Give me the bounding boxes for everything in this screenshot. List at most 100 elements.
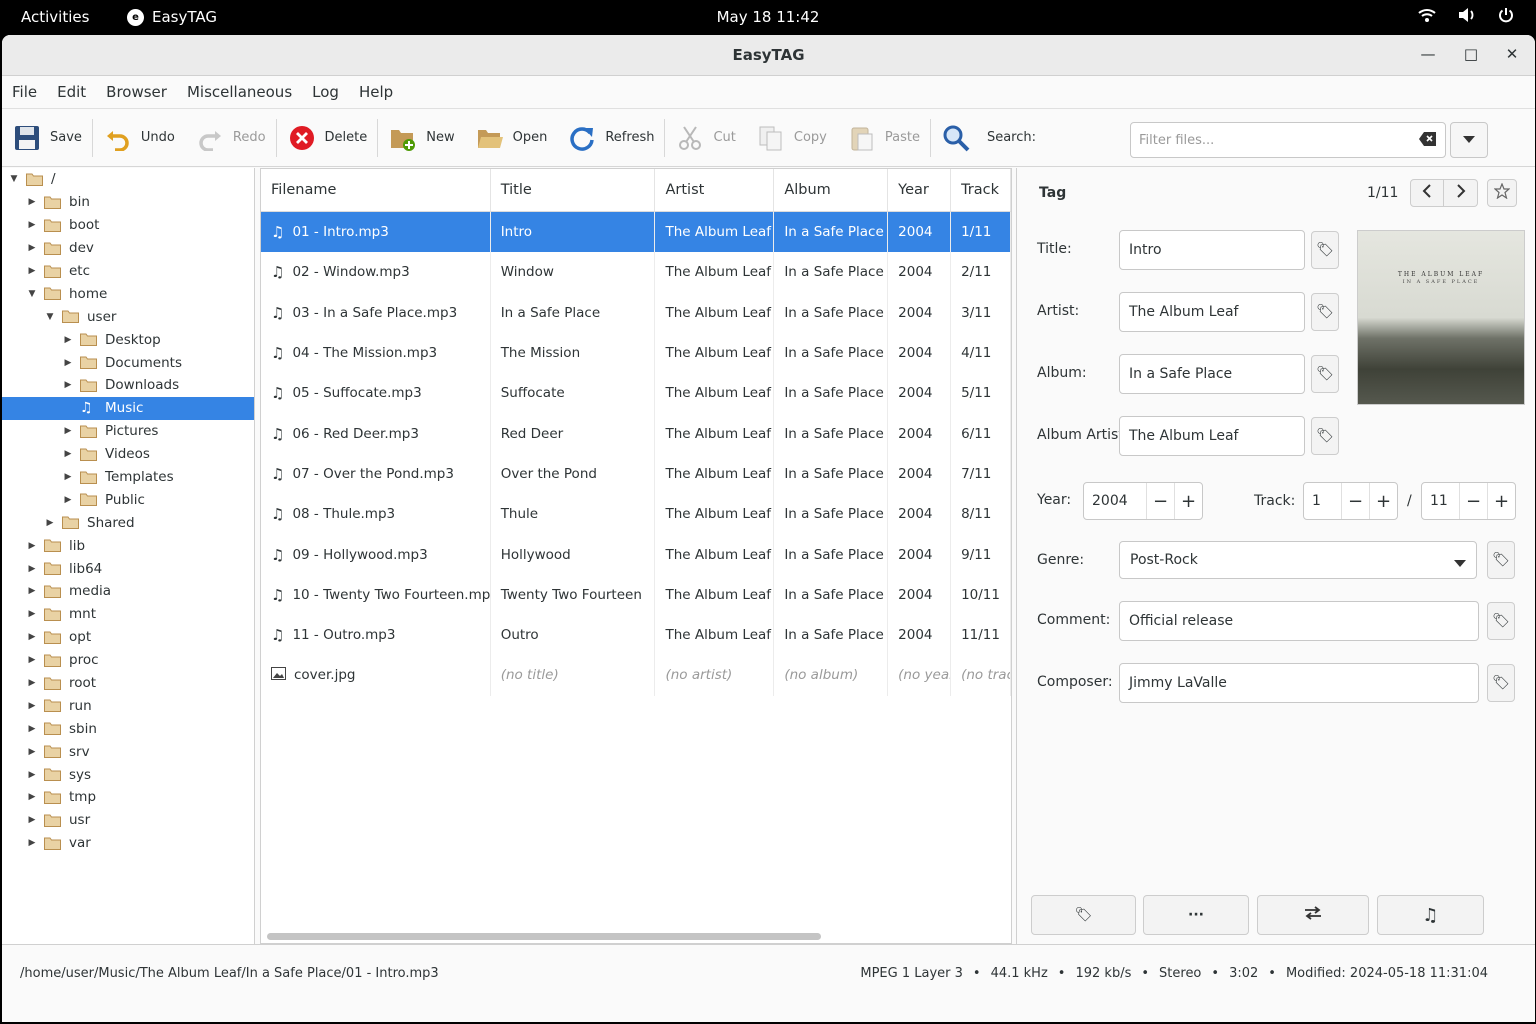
- tree-node-user[interactable]: ▼ user: [2, 305, 254, 328]
- expander-closed-icon[interactable]: ▶: [26, 791, 38, 803]
- file-list[interactable]: Filename Title Artist Album Year Track ♫ 01 - …: [260, 168, 1012, 944]
- tree-node-templates[interactable]: ▶ Templates: [2, 466, 254, 489]
- tree-node-srv[interactable]: ▶ srv: [2, 740, 254, 763]
- column-header-artist[interactable]: Artist: [655, 169, 775, 211]
- expander-closed-icon[interactable]: ▶: [62, 357, 74, 369]
- menu-edit[interactable]: Edit: [47, 83, 96, 101]
- open-button[interactable]: Open: [465, 109, 558, 166]
- tree-node-mnt[interactable]: ▶ mnt: [2, 603, 254, 626]
- apply-genre-button[interactable]: 🏷: [1487, 541, 1515, 579]
- year-decrement-button[interactable]: −: [1146, 483, 1174, 519]
- search-toggle[interactable]: Search:: [931, 109, 1046, 166]
- file-row[interactable]: ♫ 02 - Window.mp3 Window The Album Leaf In a…: [261, 252, 1011, 293]
- app-menu[interactable]: e EasyTAG: [127, 8, 217, 26]
- tree-node-usr[interactable]: ▶ usr: [2, 809, 254, 832]
- tree-node-root[interactable]: ▶ root: [2, 672, 254, 695]
- tree-node-pictures[interactable]: ▶ Pictures: [2, 420, 254, 443]
- maximize-icon[interactable]: □: [1459, 45, 1483, 63]
- paste-button[interactable]: Paste: [837, 109, 930, 166]
- title-field[interactable]: Intro: [1119, 230, 1305, 270]
- file-row[interactable]: ♫ 03 - In a Safe Place.mp3 In a Safe Place…: [261, 292, 1011, 333]
- track-decrement-button[interactable]: −: [1341, 483, 1369, 519]
- tree-node-videos[interactable]: ▶ Videos: [2, 443, 254, 466]
- tree-node-boot[interactable]: ▶ boot: [2, 214, 254, 237]
- new-button[interactable]: New: [378, 109, 464, 166]
- column-header-filename[interactable]: Filename: [261, 169, 491, 211]
- artist-field[interactable]: The Album Leaf: [1119, 292, 1305, 332]
- expander-closed-icon[interactable]: ▶: [26, 242, 38, 254]
- tree-node-sys[interactable]: ▶ sys: [2, 763, 254, 786]
- tree-node-proc[interactable]: ▶ proc: [2, 649, 254, 672]
- menu-help[interactable]: Help: [349, 83, 403, 101]
- undo-button[interactable]: Undo: [93, 109, 185, 166]
- track-total-spinner[interactable]: 11 − +: [1421, 482, 1516, 520]
- tree-node-root-dir[interactable]: ▼ /: [2, 168, 254, 191]
- tree-node-lib64[interactable]: ▶ lib64: [2, 557, 254, 580]
- tree-node-sbin[interactable]: ▶ sbin: [2, 717, 254, 740]
- track-spinner[interactable]: 1 − +: [1303, 482, 1398, 520]
- album-cover-image[interactable]: THE ALBUM LEAF IN A SAFE PLACE: [1357, 230, 1525, 405]
- comment-field[interactable]: Official release: [1119, 601, 1479, 641]
- column-header-track[interactable]: Track: [951, 169, 1011, 211]
- tree-node-home[interactable]: ▼ home: [2, 282, 254, 305]
- column-header-album[interactable]: Album: [774, 169, 889, 211]
- system-tray[interactable]: [1418, 7, 1514, 23]
- swap-button[interactable]: [1257, 895, 1369, 935]
- tree-node-shared[interactable]: ▶ Shared: [2, 511, 254, 534]
- apply-album-button[interactable]: 🏷: [1311, 355, 1339, 393]
- apply-composer-button[interactable]: 🏷: [1487, 664, 1515, 702]
- tree-node-lib[interactable]: ▶ lib: [2, 534, 254, 557]
- expander-closed-icon[interactable]: ▶: [26, 837, 38, 849]
- copy-button[interactable]: Copy: [746, 109, 837, 166]
- menu-log[interactable]: Log: [302, 83, 349, 101]
- tag-view-button[interactable]: 🏷: [1031, 895, 1136, 935]
- expander-closed-icon[interactable]: ▶: [26, 219, 38, 231]
- album-artist-field[interactable]: The Album Leaf: [1119, 416, 1305, 456]
- tree-node-downloads[interactable]: ▶ Downloads: [2, 374, 254, 397]
- more-options-button[interactable]: ···: [1143, 895, 1249, 935]
- menu-file[interactable]: File: [2, 83, 47, 101]
- tree-node-desktop[interactable]: ▶ Desktop: [2, 328, 254, 351]
- directory-browser[interactable]: ▼ / ▶ bin ▶ boot ▶ dev ▶ etc ▼ home ▼ user ▶ Desktop ▶ Do…: [2, 168, 255, 944]
- track-total-increment-button[interactable]: +: [1487, 483, 1515, 519]
- expander-closed-icon[interactable]: ▶: [62, 494, 74, 506]
- expander-closed-icon[interactable]: ▶: [26, 723, 38, 735]
- expander-closed-icon[interactable]: ▶: [26, 654, 38, 666]
- file-row[interactable]: ♫ 06 - Red Deer.mp3 Red Deer The Album Leaf…: [261, 413, 1011, 454]
- next-file-button[interactable]: [1444, 179, 1478, 207]
- expander-closed-icon[interactable]: ▶: [26, 677, 38, 689]
- track-total-decrement-button[interactable]: −: [1459, 483, 1487, 519]
- expander-closed-icon[interactable]: ▶: [44, 517, 56, 529]
- file-row[interactable]: ♫ 01 - Intro.mp3 Intro The Album Leaf In a S…: [261, 212, 1011, 253]
- refresh-button[interactable]: Refresh: [557, 109, 664, 166]
- genre-combo[interactable]: Post-Rock: [1119, 541, 1477, 579]
- clock[interactable]: May 18 11:42: [0, 8, 1536, 26]
- file-row[interactable]: ♫ 05 - Suffocate.mp3 Suffocate The Album Le…: [261, 373, 1011, 414]
- horizontal-scrollbar[interactable]: [267, 933, 821, 940]
- expander-closed-icon[interactable]: ▶: [62, 471, 74, 483]
- expander-closed-icon[interactable]: ▶: [26, 814, 38, 826]
- expander-closed-icon[interactable]: ▶: [26, 608, 38, 620]
- file-row[interactable]: ♫ 08 - Thule.mp3 Thule The Album Leaf In a S…: [261, 494, 1011, 535]
- composer-field[interactable]: Jimmy LaValle: [1119, 663, 1479, 703]
- album-field[interactable]: In a Safe Place: [1119, 354, 1305, 394]
- file-row[interactable]: ♫ 09 - Hollywood.mp3 Hollywood The Album Le…: [261, 534, 1011, 575]
- expander-closed-icon[interactable]: ▶: [26, 746, 38, 758]
- file-row[interactable]: ♫ 10 - Twenty Two Fourteen.mp3 Twenty Two …: [261, 574, 1011, 615]
- clear-search-icon[interactable]: [1419, 131, 1437, 151]
- expander-closed-icon[interactable]: ▶: [26, 700, 38, 712]
- previous-file-button[interactable]: [1410, 179, 1444, 207]
- delete-button[interactable]: Delete: [277, 109, 378, 166]
- audio-properties-button[interactable]: ♫: [1377, 895, 1484, 935]
- search-input[interactable]: Filter files...: [1130, 122, 1446, 158]
- apply-title-button[interactable]: 🏷: [1311, 231, 1339, 269]
- expander-open-icon[interactable]: ▼: [8, 173, 20, 185]
- column-header-title[interactable]: Title: [491, 169, 656, 211]
- expander-closed-icon[interactable]: ▶: [26, 265, 38, 277]
- expander-closed-icon[interactable]: ▶: [26, 540, 38, 552]
- file-row[interactable]: ♫ 04 - The Mission.mp3 The Mission The Albu…: [261, 332, 1011, 374]
- expander-open-icon[interactable]: ▼: [44, 311, 56, 323]
- tree-node-media[interactable]: ▶ media: [2, 580, 254, 603]
- apply-comment-button[interactable]: 🏷: [1487, 602, 1515, 640]
- tree-node-dev[interactable]: ▶ dev: [2, 237, 254, 260]
